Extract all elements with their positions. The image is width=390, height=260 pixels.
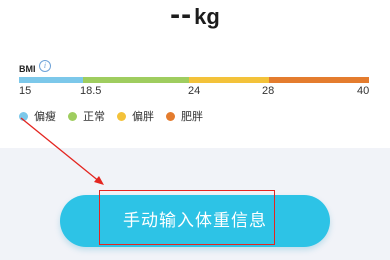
annotation-arrow xyxy=(20,117,104,185)
